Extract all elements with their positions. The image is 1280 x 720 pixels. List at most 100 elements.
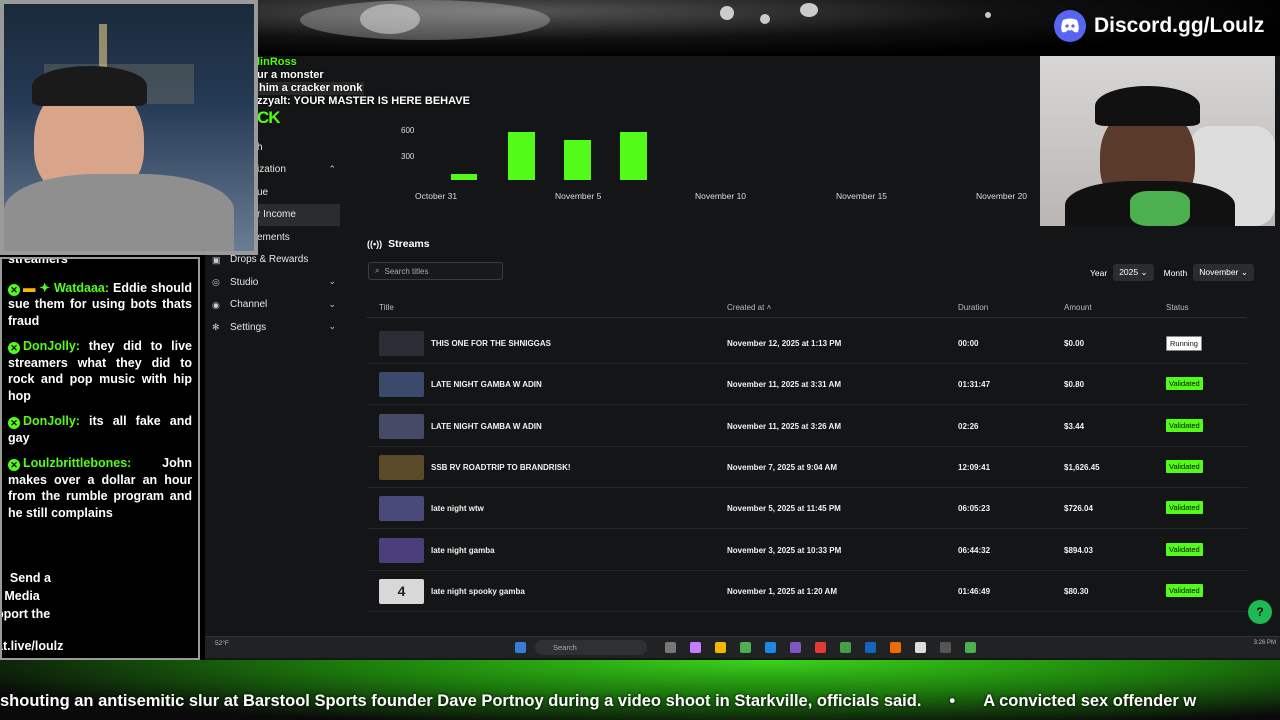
stream-thumbnail (379, 537, 424, 563)
chart-bar[interactable] (564, 140, 591, 180)
screen-chat-overlay: linRoss ur a monster him a cracker monk … (257, 56, 557, 107)
chart-bar[interactable] (620, 132, 647, 180)
chat-username[interactable]: Loulzbrittlebones: (23, 456, 131, 470)
cell-title[interactable]: LATE NIGHT GAMBA W ADIN (431, 380, 542, 389)
app-icon[interactable] (815, 642, 826, 653)
chat-text: streamers (8, 257, 68, 266)
cell-created: November 5, 2025 at 11:45 PM (727, 504, 841, 514)
search-input[interactable]: ⌕ Search titles (368, 262, 503, 280)
weather-widget[interactable]: 52°F (215, 640, 229, 647)
sidebar-item-label: Settings (230, 321, 267, 333)
month-label: Month (1163, 267, 1188, 278)
app-icon[interactable] (690, 642, 701, 653)
sub-badge-icon: ▬ (23, 280, 40, 295)
table-row[interactable]: THIS ONE FOR THE SHNIGGAS November 12, 20… (367, 323, 1247, 364)
stream-thumbnail (379, 454, 424, 480)
cell-created: November 3, 2025 at 10:33 PM (727, 545, 842, 555)
chat-message: ✕ Loulzbrittlebones: John makes over a do… (8, 455, 192, 521)
chevron-down-icon: ⌄ (1240, 267, 1248, 277)
cell-title[interactable]: SSB RV ROADTRIP TO BRANDRISK! (431, 463, 571, 472)
sidebar-item[interactable]: ✻ Settings ⌄ (205, 316, 340, 339)
stream-thumbnail (379, 372, 424, 398)
chat-footer: Send a r Media pport the at.live/loulz (2, 569, 63, 655)
month-select[interactable]: November ⌄ (1193, 264, 1254, 281)
discord-taskbar-icon[interactable] (790, 642, 801, 653)
chat-username[interactable]: DonJolly: (23, 414, 80, 428)
chevron-down-icon: ⌄ (1140, 267, 1148, 277)
streams-icon: ((•)) (367, 239, 383, 249)
sidebar-item[interactable]: ◎ Studio ⌄ (205, 271, 340, 294)
col-status[interactable]: Status (1166, 303, 1189, 312)
chrome-icon[interactable] (965, 642, 976, 653)
folder-icon[interactable] (715, 642, 726, 653)
year-value: 2025 (1119, 267, 1139, 277)
cell-title[interactable]: late night gamba (431, 546, 495, 555)
table-row[interactable]: LATE NIGHT GAMBA W ADIN November 11, 2025… (367, 364, 1247, 406)
chat-panel: streamers ✕ ▬ ✦ Watdaaa: Eddie should sue… (0, 257, 200, 660)
cell-title[interactable]: THIS ONE FOR THE SHNIGGAS (431, 339, 551, 348)
col-title[interactable]: Title (379, 303, 394, 312)
filters: Year 2025 ⌄ Month November ⌄ (1090, 264, 1254, 281)
sidebar-item-label: Drops & Rewards (230, 254, 309, 266)
table-row[interactable]: SSB RV ROADTRIP TO BRANDRISK! November 7,… (367, 447, 1247, 488)
cell-title[interactable]: late night spooky gamba (431, 587, 525, 596)
webcam-guest (1040, 56, 1275, 226)
app-icon[interactable] (840, 642, 851, 653)
browser-icon[interactable] (740, 642, 751, 653)
chat-username[interactable]: Watdaaa: (54, 281, 109, 295)
cell-duration: 01:46:49 (958, 586, 991, 596)
cell-duration: 01:31:47 (958, 380, 991, 390)
y-tick-label: 300 (401, 152, 415, 161)
cell-created: November 1, 2025 at 1:20 AM (727, 586, 837, 596)
sidebar-item-label: Channel (230, 299, 268, 311)
broadcast-icon: ◉ (212, 299, 220, 310)
year-select[interactable]: 2025 ⌄ (1113, 264, 1154, 281)
taskbar-search[interactable]: Search (535, 640, 647, 655)
gift-badge-icon: ✦ (39, 280, 54, 295)
ticker-separator: • (949, 691, 956, 710)
stream-thumbnail (379, 413, 424, 439)
table-row[interactable]: late night wtw November 5, 2025 at 11:45 … (367, 488, 1247, 530)
sort-asc-icon: ˄ (766, 303, 772, 312)
chat-username[interactable]: DonJolly: (23, 339, 80, 353)
x-tick-label: November 20 (976, 191, 1028, 201)
x-tick-label: October 31 (415, 191, 458, 201)
chart-bar[interactable] (508, 132, 535, 180)
col-amount[interactable]: Amount (1064, 303, 1092, 312)
cell-title[interactable]: LATE NIGHT GAMBA W ADIN (431, 422, 542, 431)
col-created[interactable]: Created at ˄ (727, 303, 771, 312)
cell-amount: $726.04 (1064, 504, 1093, 514)
month-value: November (1199, 267, 1239, 277)
sidebar-item[interactable]: ◉ Channel ⌄ (205, 294, 340, 317)
x-tick-label: November 15 (836, 191, 888, 201)
windows-start-icon[interactable] (515, 642, 526, 653)
app-icon[interactable] (865, 642, 876, 653)
clock[interactable]: 3:26 PM (1254, 640, 1276, 646)
col-created-label: Created at (727, 303, 765, 312)
search-placeholder: Search titles (384, 266, 429, 276)
support-chat-icon[interactable]: ? (1248, 600, 1272, 624)
cell-amount: $0.00 (1064, 339, 1085, 348)
cell-created: November 11, 2025 at 3:31 AM (727, 380, 841, 390)
steam-icon[interactable] (765, 642, 776, 653)
obs-icon[interactable] (915, 642, 926, 653)
table-row[interactable]: late night gamba November 3, 2025 at 10:3… (367, 530, 1247, 571)
brave-icon[interactable] (890, 642, 901, 653)
cell-amount: $894.03 (1064, 545, 1093, 555)
task-view-icon[interactable] (665, 642, 676, 653)
earnings-chart: 600 300 October 31 November 5 November 10 Nov… (365, 126, 1045, 208)
x-tick-label: November 10 (695, 191, 747, 201)
cell-created: November 11, 2025 at 3:26 AM (727, 421, 841, 431)
table-row[interactable]: LATE NIGHT GAMBA W ADIN November 11, 2025… (367, 406, 1247, 447)
cell-amount: $80.30 (1064, 586, 1089, 596)
sidebar-item-label: r Income (257, 209, 296, 221)
taskbar: 52°F Search 3:26 PM (205, 636, 1280, 658)
chart-bar[interactable] (451, 174, 477, 180)
col-duration[interactable]: Duration (958, 303, 988, 312)
table-header: Title Created at ˄ Duration Amount Statu… (367, 296, 1247, 318)
gear-icon[interactable] (940, 642, 951, 653)
table-row[interactable]: 4 late night spooky gamba November 1, 2025… (367, 571, 1247, 612)
kick-badge-icon: ✕ (8, 283, 20, 296)
cell-title[interactable]: late night wtw (431, 504, 484, 513)
ticker-item: shouting an antisemitic slur at Barstool… (0, 691, 922, 710)
